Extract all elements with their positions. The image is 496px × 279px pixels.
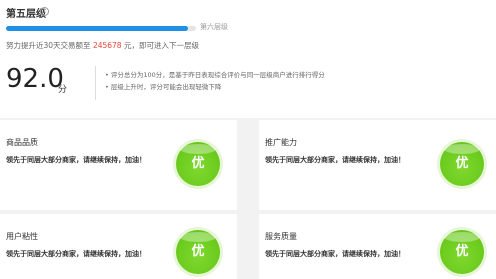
- metric-card-service-quality: 服务质量 领先于同层大部分商家，请继续保持，加油！ 优: [259, 214, 496, 279]
- level-progress-bar: [6, 26, 196, 31]
- metric-card-desc: 领先于同层大部分商家，请继续保持，加油！: [6, 250, 146, 258]
- metric-card-desc: 领先于同层大部分商家，请继续保持，加油！: [265, 156, 405, 164]
- upgrade-hint: 努力提升近30天交易额至 245678 元，即可进入下一层级: [6, 40, 199, 51]
- score-value: 92.0: [6, 64, 64, 94]
- metric-card-product-quality: 商品品质 领先于同层大部分商家，请继续保持，加油！ 优: [0, 120, 237, 210]
- metric-card-title: 推广能力: [265, 138, 297, 147]
- level-summary-panel: 第五层级 ? 第六层级 努力提升近30天交易额至 245678 元，即可进入下一…: [0, 0, 496, 118]
- grade-badge: 优: [440, 230, 484, 274]
- upgrade-hint-suffix: 元，即可进入下一层级: [123, 41, 199, 50]
- level-progress-fill: [6, 26, 189, 31]
- metric-card-desc: 领先于同层大部分商家，请继续保持，加油！: [6, 156, 146, 164]
- upgrade-hint-amount: 245678: [92, 41, 122, 50]
- upgrade-hint-prefix: 努力提升近30天交易额至: [6, 41, 91, 50]
- grade-badge: 优: [176, 142, 220, 186]
- score-unit: 分: [58, 85, 68, 95]
- next-level-label: 第六层级: [200, 23, 228, 31]
- grade-badge-label: 优: [191, 156, 205, 171]
- score-notes: • 评分总分为100分，是基于昨日表现综合评价与同一层级商户进行排行得分 • 层…: [105, 69, 325, 93]
- grade-badge: 优: [176, 230, 220, 274]
- grade-badge: 优: [440, 142, 484, 186]
- metric-card-title: 商品品质: [6, 138, 38, 147]
- metric-card-user-stickiness: 用户粘性 领先于同层大部分商家，请继续保持，加油！ 优: [0, 214, 237, 279]
- divider: [95, 66, 96, 100]
- metric-card-title: 用户粘性: [6, 232, 38, 241]
- score-note: • 评分总分为100分，是基于昨日表现综合评价与同一层级商户进行排行得分: [105, 71, 325, 79]
- metric-card-desc: 领先于同层大部分商家，请继续保持，加油！: [265, 250, 405, 258]
- grade-badge-label: 优: [455, 156, 469, 171]
- grade-badge-label: 优: [191, 244, 205, 259]
- score-note: • 层级上升时，评分可能会出现轻微下降: [105, 83, 222, 91]
- question-circle-icon[interactable]: ?: [40, 7, 49, 16]
- metric-card-promotion: 推广能力 领先于同层大部分商家，请继续保持，加油！ 优: [259, 120, 496, 210]
- metric-card-title: 服务质量: [265, 232, 297, 241]
- grade-badge-label: 优: [455, 244, 469, 259]
